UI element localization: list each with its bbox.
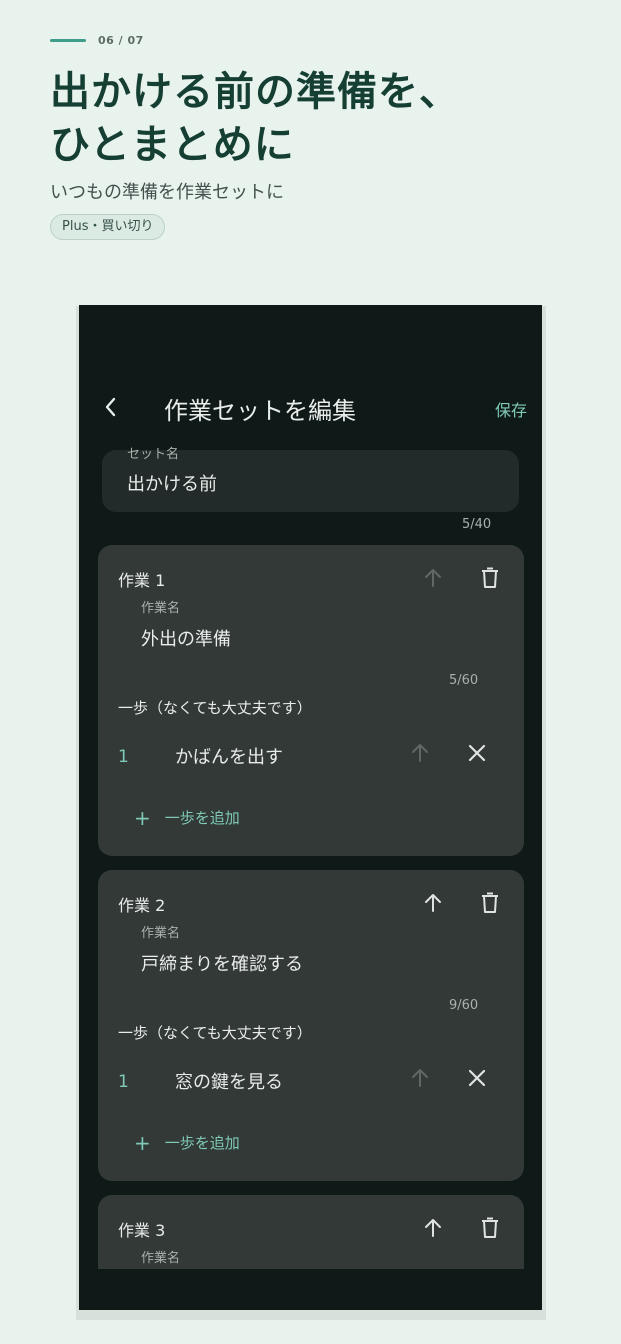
delete-button[interactable] xyxy=(476,564,504,592)
progress-indicator: 06 / 07 xyxy=(50,34,144,47)
progress-number: 06 / 07 xyxy=(98,34,144,47)
plus-icon: + xyxy=(134,1130,151,1155)
move-up-button[interactable] xyxy=(419,564,447,592)
task-name-label: 作業名 xyxy=(141,601,181,616)
trash-icon xyxy=(482,567,498,588)
close-icon xyxy=(468,1069,486,1087)
arrow-up-icon xyxy=(425,1219,441,1237)
arrow-up-icon xyxy=(425,894,441,912)
delete-button[interactable] xyxy=(476,1214,504,1242)
plus-icon: + xyxy=(134,805,151,830)
save-button[interactable]: 保存 xyxy=(495,397,527,421)
task-card-3: 作業 3 作業名 xyxy=(98,1195,524,1269)
add-step-label: 一歩を追加 xyxy=(164,1134,240,1152)
task-name-input[interactable]: 戸締まりを確認する xyxy=(141,950,303,976)
task-name-input[interactable]: 外出の準備 xyxy=(141,625,231,651)
close-icon xyxy=(468,744,486,762)
chevron-left-icon xyxy=(105,397,116,417)
task-name-counter: 9/60 xyxy=(449,998,479,1013)
arrow-up-icon xyxy=(412,1069,428,1087)
phone-screen: 作業セットを編集 保存 セット名 出かける前 5/40 作業 1 作業名 外出の… xyxy=(79,305,542,1310)
plan-badge: Plus・買い切り xyxy=(50,214,166,240)
arrow-up-icon xyxy=(412,744,428,762)
task-card-1: 作業 1 作業名 外出の準備 5/60 一歩（なくても大丈夫です） 1 かばんを… xyxy=(98,545,524,856)
back-button[interactable] xyxy=(97,393,125,421)
trash-icon xyxy=(482,1217,498,1238)
headline-line-1: 出かける前の準備を、 xyxy=(50,69,460,115)
set-name-value[interactable]: 出かける前 xyxy=(127,470,217,496)
task-name-counter: 5/60 xyxy=(449,673,479,688)
task-card-2: 作業 2 作業名 戸締まりを確認する 9/60 一歩（なくても大丈夫です） 1 … xyxy=(98,870,524,1181)
add-step-button[interactable]: + 一歩を追加 xyxy=(134,807,240,828)
set-name-counter: 5/40 xyxy=(462,517,492,532)
delete-button[interactable] xyxy=(476,889,504,917)
appbar-title: 作業セットを編集 xyxy=(164,397,356,425)
task-name-label: 作業名 xyxy=(141,1251,181,1266)
step-number: 1 xyxy=(118,1072,129,1092)
arrow-up-icon xyxy=(425,569,441,587)
subtitle: いつもの準備を作業セットに xyxy=(50,182,284,203)
steps-label: 一歩（なくても大丈夫です） xyxy=(118,699,312,717)
step-move-up-button[interactable] xyxy=(406,739,434,767)
steps-label: 一歩（なくても大丈夫です） xyxy=(118,1024,312,1042)
step-move-up-button[interactable] xyxy=(406,1064,434,1092)
move-up-button[interactable] xyxy=(419,1214,447,1242)
add-step-label: 一歩を追加 xyxy=(164,809,240,827)
headline-line-2: ひとまとめに xyxy=(50,122,295,168)
task-name-label: 作業名 xyxy=(141,926,181,941)
progress-line xyxy=(50,39,86,42)
task-title: 作業 3 xyxy=(118,1221,166,1240)
step-remove-button[interactable] xyxy=(463,739,491,767)
step-number: 1 xyxy=(118,747,129,767)
step-input[interactable]: 窓の鍵を見る xyxy=(175,1068,283,1094)
set-name-label: セット名 xyxy=(127,447,180,462)
headline: 出かける前の準備を、 ひとまとめに xyxy=(50,66,460,172)
add-step-button[interactable]: + 一歩を追加 xyxy=(134,1132,240,1153)
trash-icon xyxy=(482,892,498,913)
task-title: 作業 2 xyxy=(118,896,166,915)
step-input[interactable]: かばんを出す xyxy=(175,743,283,769)
task-title: 作業 1 xyxy=(118,571,166,590)
move-up-button[interactable] xyxy=(419,889,447,917)
step-remove-button[interactable] xyxy=(463,1064,491,1092)
